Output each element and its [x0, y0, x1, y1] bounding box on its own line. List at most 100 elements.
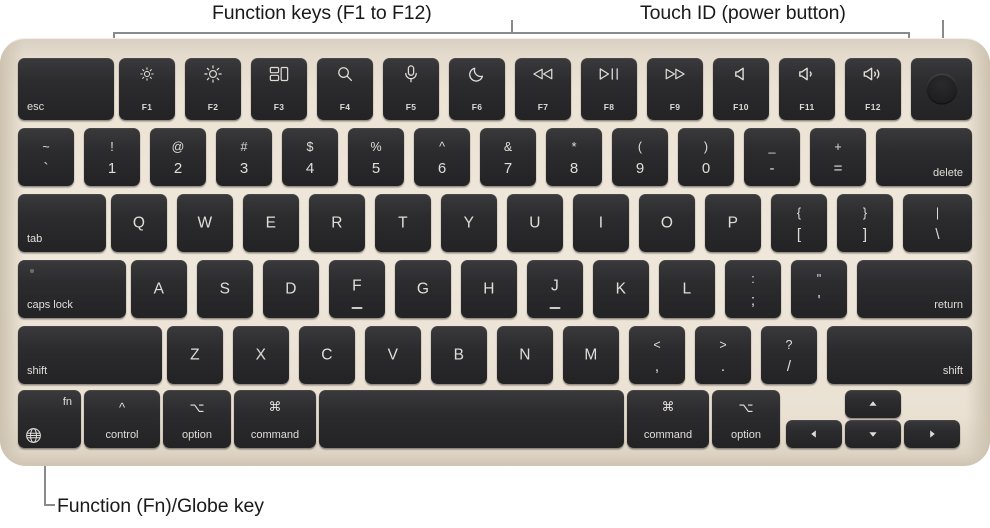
key-esc[interactable]: esc: [18, 58, 114, 120]
key-c-label: C: [321, 346, 333, 364]
key-2-label: 2: [173, 160, 183, 178]
key-1[interactable]: ! 1: [84, 128, 140, 186]
arrow-down-icon: [869, 430, 878, 439]
key-g-label: G: [416, 280, 430, 298]
key-right-option[interactable]: ⌥ option: [712, 390, 780, 448]
key-minus-shift-label: _: [768, 140, 776, 155]
key-s[interactable]: S: [197, 260, 253, 318]
key-t[interactable]: T: [375, 194, 431, 252]
key-z[interactable]: Z: [167, 326, 223, 384]
key-k[interactable]: K: [593, 260, 649, 318]
key-v-label: V: [387, 346, 399, 364]
key-a[interactable]: A: [131, 260, 187, 318]
key-2[interactable]: @ 2: [150, 128, 206, 186]
key-q[interactable]: Q: [111, 194, 167, 252]
key-backslash[interactable]: | \: [903, 194, 972, 252]
key-h-label: H: [483, 280, 495, 298]
key-right-shift-label: shift: [942, 365, 963, 377]
key-f1[interactable]: F1: [119, 58, 175, 120]
key-slash[interactable]: ? /: [761, 326, 817, 384]
key-left-control[interactable]: ^ control: [84, 390, 160, 448]
key-arrow-left[interactable]: [786, 420, 842, 448]
key-g[interactable]: G: [395, 260, 451, 318]
mission-control-icon: [269, 67, 289, 82]
key-9[interactable]: ( 9: [612, 128, 668, 186]
key-f5[interactable]: F5: [383, 58, 439, 120]
key-m[interactable]: M: [563, 326, 619, 384]
key-3[interactable]: # 3: [216, 128, 272, 186]
key-f11[interactable]: F11: [779, 58, 835, 120]
key-grave[interactable]: ~ `: [18, 128, 74, 186]
annotation-touch-id: Touch ID (power button): [640, 2, 846, 24]
key-arrow-up[interactable]: [845, 390, 901, 418]
key-y[interactable]: Y: [441, 194, 497, 252]
key-touch-id-power-button[interactable]: [911, 58, 972, 120]
key-t-label: T: [398, 214, 408, 232]
key-5[interactable]: % 5: [348, 128, 404, 186]
key-minus[interactable]: _ -: [744, 128, 800, 186]
key-equal-label: =: [833, 160, 843, 178]
key-0[interactable]: ) 0: [678, 128, 734, 186]
key-f[interactable]: F: [329, 260, 385, 318]
key-i[interactable]: I: [573, 194, 629, 252]
key-f8[interactable]: F8: [581, 58, 637, 120]
arrow-left-icon: [810, 430, 819, 439]
key-n[interactable]: N: [497, 326, 553, 384]
key-6[interactable]: ^ 6: [414, 128, 470, 186]
key-space[interactable]: [319, 390, 624, 448]
key-left-option[interactable]: ⌥ option: [163, 390, 231, 448]
key-f3[interactable]: F3: [251, 58, 307, 120]
key-r[interactable]: R: [309, 194, 365, 252]
key-semicolon[interactable]: : ;: [725, 260, 781, 318]
key-caps-lock[interactable]: caps lock: [18, 260, 126, 318]
key-left-option-label: option: [182, 429, 212, 441]
key-7[interactable]: & 7: [480, 128, 536, 186]
key-w[interactable]: W: [177, 194, 233, 252]
key-o[interactable]: O: [639, 194, 695, 252]
key-right-command[interactable]: ⌘ command: [627, 390, 709, 448]
key-u[interactable]: U: [507, 194, 563, 252]
annotation-fn-globe: Function (Fn)/Globe key: [57, 495, 264, 517]
key-fn-globe[interactable]: fn: [18, 390, 81, 448]
key-f9[interactable]: F9: [647, 58, 703, 120]
globe-icon: [25, 427, 42, 444]
key-right-shift[interactable]: shift: [827, 326, 972, 384]
key-left-command[interactable]: ⌘ command: [234, 390, 316, 448]
key-delete[interactable]: delete: [876, 128, 972, 186]
key-f10[interactable]: F10: [713, 58, 769, 120]
command-symbol: ⌘: [268, 399, 282, 414]
key-b[interactable]: B: [431, 326, 487, 384]
key-period[interactable]: > .: [695, 326, 751, 384]
key-c[interactable]: C: [299, 326, 355, 384]
key-h[interactable]: H: [461, 260, 517, 318]
key-f5-label: F5: [405, 101, 417, 112]
key-p[interactable]: P: [705, 194, 761, 252]
key-arrow-down[interactable]: [845, 420, 901, 448]
key-5-label: 5: [371, 160, 381, 178]
key-return[interactable]: return: [857, 260, 972, 318]
key-comma[interactable]: < ,: [629, 326, 685, 384]
key-v[interactable]: V: [365, 326, 421, 384]
key-arrow-right[interactable]: [904, 420, 960, 448]
key-quote[interactable]: " ': [791, 260, 847, 318]
key-right-bracket[interactable]: } ]: [837, 194, 893, 252]
key-l[interactable]: L: [659, 260, 715, 318]
key-left-bracket[interactable]: { [: [771, 194, 827, 252]
key-d[interactable]: D: [263, 260, 319, 318]
key-i-label: I: [598, 214, 604, 232]
key-4[interactable]: $ 4: [282, 128, 338, 186]
key-left-shift[interactable]: shift: [18, 326, 162, 384]
key-f7[interactable]: F7: [515, 58, 571, 120]
key-x[interactable]: X: [233, 326, 289, 384]
key-equal[interactable]: + =: [810, 128, 866, 186]
key-e[interactable]: E: [243, 194, 299, 252]
key-j[interactable]: J: [527, 260, 583, 318]
key-f4[interactable]: F4: [317, 58, 373, 120]
key-8[interactable]: * 8: [546, 128, 602, 186]
key-f6[interactable]: F6: [449, 58, 505, 120]
key-semicolon-shift-label: :: [751, 272, 755, 287]
key-o-label: O: [660, 214, 674, 232]
key-tab[interactable]: tab: [18, 194, 106, 252]
key-f12[interactable]: F12: [845, 58, 901, 120]
key-f2[interactable]: F2: [185, 58, 241, 120]
